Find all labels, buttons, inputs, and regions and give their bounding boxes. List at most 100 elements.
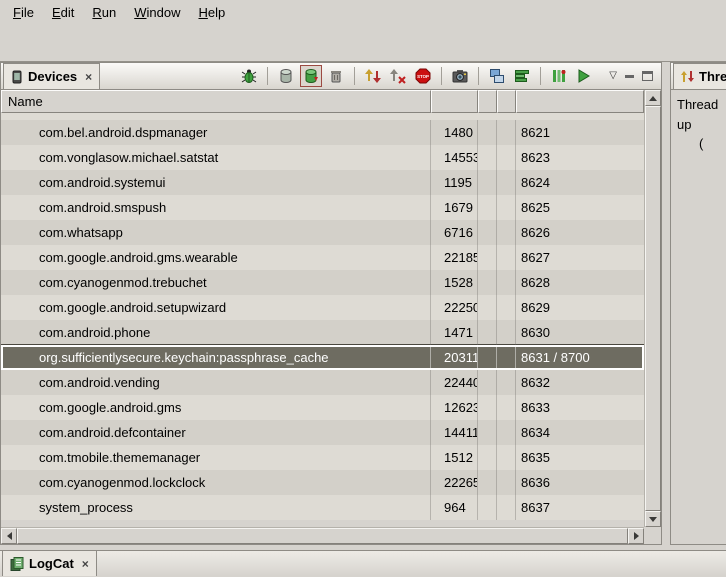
cell-name: com.android.vending bbox=[1, 370, 431, 395]
systrace-button[interactable] bbox=[511, 65, 533, 87]
start-profiling-icon bbox=[576, 68, 592, 84]
table-row[interactable]: org.sufficientlysecure.keychain:passphra… bbox=[1, 345, 644, 370]
column-header-pid[interactable] bbox=[431, 90, 478, 113]
method-profiling-button[interactable] bbox=[548, 65, 570, 87]
close-icon[interactable]: × bbox=[79, 557, 89, 571]
cell-name: com.bel.android.dspmanager bbox=[1, 120, 431, 145]
scroll-down-button[interactable] bbox=[645, 511, 661, 527]
toolbar-separator bbox=[354, 67, 355, 85]
vertical-scroll-thumb[interactable] bbox=[645, 106, 661, 511]
cell-name: com.cyanogenmod.trebuchet bbox=[1, 270, 431, 295]
table-row[interactable]: com.whatsapp67168626 bbox=[1, 220, 644, 245]
view-menu-icon[interactable]: ▽ bbox=[609, 71, 617, 81]
column-header-blank-2[interactable] bbox=[497, 90, 516, 113]
tab-threads[interactable]: Threa bbox=[673, 63, 726, 89]
close-icon[interactable]: × bbox=[82, 70, 92, 84]
cell-pid: 22440 bbox=[431, 370, 478, 395]
start-profiling-button[interactable] bbox=[573, 65, 595, 87]
table-row[interactable]: com.android.phone14718630 bbox=[1, 320, 644, 345]
cell-pid: 22185 bbox=[431, 245, 478, 270]
table-row[interactable]: com.bel.android.dspmanager14808621 bbox=[1, 120, 644, 145]
logcat-icon bbox=[10, 557, 24, 571]
scroll-right-button[interactable] bbox=[628, 528, 644, 544]
cause-gc-button[interactable] bbox=[325, 65, 347, 87]
column-header-name[interactable]: Name bbox=[1, 90, 431, 113]
minimize-icon[interactable] bbox=[625, 75, 634, 78]
table-row[interactable]: com.android.vending224408632 bbox=[1, 370, 644, 395]
menu-item-window[interactable]: Window bbox=[125, 2, 189, 23]
cell-pid: 12623 bbox=[431, 395, 478, 420]
table-row[interactable]: com.android.systemui11958624 bbox=[1, 170, 644, 195]
cell-name: com.cyanogenmod.lockclock bbox=[1, 470, 431, 495]
table-row[interactable]: com.cyanogenmod.trebuchet15288628 bbox=[1, 270, 644, 295]
tab-devices[interactable]: Devices × bbox=[3, 63, 100, 89]
column-header-port[interactable] bbox=[516, 90, 644, 113]
cell-name: com.android.phone bbox=[1, 320, 431, 345]
dump-hprof-button[interactable] bbox=[300, 65, 322, 87]
menu-item-run[interactable]: Run bbox=[83, 2, 125, 23]
table-row[interactable]: com.cyanogenmod.lockclock222658636 bbox=[1, 470, 644, 495]
scroll-left-button[interactable] bbox=[1, 528, 17, 544]
cell-name: com.tmobile.thememanager bbox=[1, 445, 431, 470]
systrace-icon bbox=[514, 68, 530, 84]
cell-blank-1 bbox=[478, 445, 497, 470]
table-row[interactable]: com.google.android.gms126238633 bbox=[1, 395, 644, 420]
tab-threads-label: Threa bbox=[699, 69, 726, 84]
update-heap-button[interactable] bbox=[275, 65, 297, 87]
table-row[interactable]: com.android.smspush16798625 bbox=[1, 195, 644, 220]
table-header: Name bbox=[1, 90, 644, 113]
menu-item-edit[interactable]: Edit bbox=[43, 2, 83, 23]
cell-pid: 14411 bbox=[431, 420, 478, 445]
column-header-blank-1[interactable] bbox=[478, 90, 497, 113]
cell-blank-2 bbox=[497, 295, 516, 320]
cell-name: com.vonglasow.michael.satstat bbox=[1, 145, 431, 170]
toolbar-separator bbox=[478, 67, 479, 85]
cell-blank-2 bbox=[497, 445, 516, 470]
stop-threads-button[interactable] bbox=[387, 65, 409, 87]
cell-port: 8625 bbox=[516, 195, 644, 220]
debug-button[interactable] bbox=[238, 65, 260, 87]
panel-sash[interactable] bbox=[662, 62, 670, 545]
cell-port: 8621 bbox=[516, 120, 644, 145]
horizontal-scrollbar[interactable] bbox=[1, 527, 644, 544]
table-row[interactable]: com.android.defcontainer144118634 bbox=[1, 420, 644, 445]
stop-icon: STOP bbox=[415, 68, 431, 84]
scroll-up-button[interactable] bbox=[645, 90, 661, 106]
menu-item-file[interactable]: File bbox=[4, 2, 43, 23]
cell-pid: 22250 bbox=[431, 295, 478, 320]
horizontal-scroll-thumb[interactable] bbox=[17, 528, 628, 544]
table-row[interactable]: com.tmobile.thememanager15128635 bbox=[1, 445, 644, 470]
cell-port: 8628 bbox=[516, 270, 644, 295]
cell-blank-2 bbox=[497, 395, 516, 420]
menu-item-help[interactable]: Help bbox=[189, 2, 234, 23]
cell-blank-2 bbox=[497, 145, 516, 170]
cell-blank-1 bbox=[478, 395, 497, 420]
main-toolbar bbox=[0, 25, 726, 62]
cell-pid: 1471 bbox=[431, 320, 478, 345]
maximize-icon[interactable] bbox=[642, 71, 653, 81]
table-row[interactable]: com.vonglasow.michael.satstat145538623 bbox=[1, 145, 644, 170]
scrollbar-corner bbox=[644, 527, 661, 544]
cell-name: com.android.smspush bbox=[1, 195, 431, 220]
threads-tabbar: Threa bbox=[671, 63, 726, 90]
devices-tabbar: Devices × bbox=[1, 63, 661, 90]
arrow-left-icon bbox=[7, 532, 12, 540]
table-row[interactable]: com.google.android.setupwizard222508629 bbox=[1, 295, 644, 320]
menubar: FileEditRunWindowHelp bbox=[0, 0, 726, 25]
update-threads-button[interactable] bbox=[362, 65, 384, 87]
table-row[interactable]: system_process9648637 bbox=[1, 495, 644, 520]
toolbar-separator bbox=[441, 67, 442, 85]
device-icon bbox=[11, 70, 23, 84]
table-row[interactable]: com.google.android.gms.wearable221858627 bbox=[1, 245, 644, 270]
cell-blank-2 bbox=[497, 345, 516, 370]
partial-row bbox=[1, 113, 644, 120]
tab-logcat-label: LogCat bbox=[29, 556, 74, 571]
ui-hierarchy-button[interactable] bbox=[486, 65, 508, 87]
screenshot-button[interactable] bbox=[449, 65, 471, 87]
cell-name: com.google.android.setupwizard bbox=[1, 295, 431, 320]
cell-name: com.android.systemui bbox=[1, 170, 431, 195]
tab-logcat[interactable]: LogCat × bbox=[2, 550, 97, 576]
stop-process-button[interactable]: STOP bbox=[412, 65, 434, 87]
vertical-scrollbar[interactable] bbox=[644, 90, 661, 527]
cell-port: 8637 bbox=[516, 495, 644, 520]
